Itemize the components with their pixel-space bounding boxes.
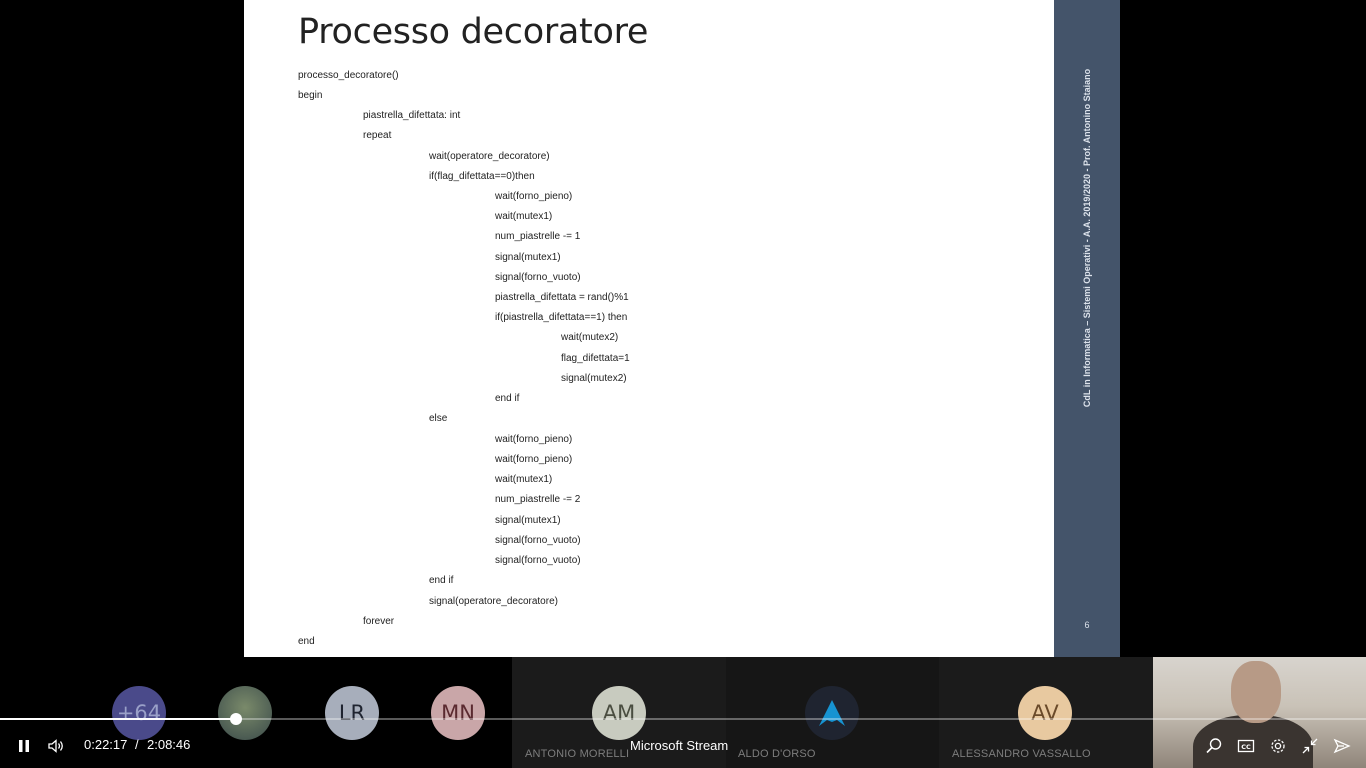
code-line: wait(forno_pieno) [495,454,573,465]
video-person-head [1231,661,1281,723]
settings-icon [1271,739,1285,753]
share-icon [1333,738,1351,754]
total-time: 2:08:46 [147,737,191,752]
code-line: wait(forno_pieno) [495,434,573,445]
code-line: wait(mutex1) [495,211,553,222]
code-line: wait(mutex1) [495,474,553,485]
code-line: signal(forno_vuoto) [495,272,581,283]
collapse-icon [1302,738,1318,754]
slide-title: Processo decoratore [298,12,649,52]
code-line: signal(forno_vuoto) [495,555,581,566]
code-line: num_piastrelle -= 1 [495,231,581,242]
code-line: piastrella_difettata = rand()%1 [495,292,629,303]
exit-fullscreen-button[interactable] [1298,734,1322,758]
code-line: piastrella_difettata: int [363,110,461,121]
arch-logo-icon [819,700,845,726]
code-line: signal(mutex1) [495,515,561,526]
pause-button[interactable] [12,734,36,758]
seek-bar-handle[interactable] [230,713,242,725]
slide-side-band: CdL in Informatica – Sistemi Operativi -… [1054,0,1120,657]
code-line: signal(mutex1) [495,252,561,263]
code-line: if(piastrella_difettata==1) then [495,312,628,323]
slide-course-caption: CdL in Informatica – Sistemi Operativi -… [1082,68,1092,408]
code-line: flag_difettata=1 [561,353,630,364]
search-button[interactable] [1202,734,1226,758]
captions-button[interactable]: CC [1234,734,1258,758]
captions-icon: CC [1237,739,1255,753]
presentation-slide: Processo decoratore processo_decoratore(… [244,0,1054,657]
settings-button[interactable] [1266,734,1290,758]
seek-bar[interactable] [0,713,1366,725]
search-icon [1206,738,1222,754]
player-controls: 0:22:17 / 2:08:46 Microsoft Stream CC [0,726,1366,766]
code-line: end if [495,393,520,404]
code-line: signal(operatore_decoratore) [429,596,558,607]
code-line: repeat [363,130,392,141]
code-line: end if [429,575,454,586]
code-line: signal(forno_vuoto) [495,535,581,546]
slide-page-number: 6 [1084,620,1090,630]
code-line: begin [298,90,323,101]
current-time: 0:22:17 [84,737,128,752]
seek-bar-progress [0,718,236,720]
pause-icon [19,740,29,752]
code-line: forever [363,616,395,627]
code-line: end [298,636,315,647]
volume-button[interactable] [44,734,68,758]
code-line: processo_decoratore() [298,70,399,81]
code-line: wait(mutex2) [561,332,619,343]
code-line: else [429,413,448,424]
share-button[interactable] [1330,734,1354,758]
svg-text:CC: CC [1241,743,1251,751]
time-separator: / [135,737,139,752]
code-line: signal(mutex2) [561,373,627,384]
code-line: if(flag_difettata==0)then [429,171,535,182]
volume-icon [48,739,63,753]
stream-brand: Microsoft Stream [630,738,729,753]
code-line: wait(operatore_decoratore) [429,151,550,162]
code-line: num_piastrelle -= 2 [495,494,581,505]
code-line: wait(forno_pieno) [495,191,573,202]
